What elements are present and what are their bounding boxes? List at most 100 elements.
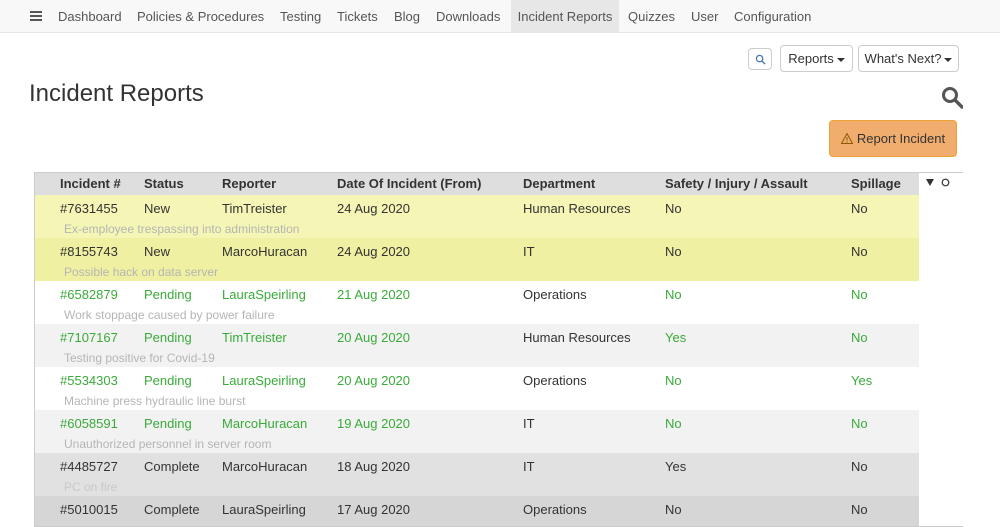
cell-status: Complete: [144, 459, 200, 474]
header-date[interactable]: Date Of Incident (From): [337, 173, 481, 195]
scrollbar-area[interactable]: [963, 33, 1000, 527]
cell-safety: No: [665, 244, 682, 259]
cell-status: Pending: [144, 330, 192, 345]
table-row[interactable]: #6582879 Pending LauraSpeirling 21 Aug 2020…: [35, 281, 919, 324]
cell-safety: No: [665, 502, 682, 517]
cell-department: Operations: [523, 502, 587, 517]
reports-dropdown[interactable]: Reports: [780, 45, 853, 72]
cell-safety: Yes: [665, 459, 687, 474]
nav-user[interactable]: User: [691, 0, 718, 33]
cell-safety: No: [665, 287, 682, 302]
table-header: Incident # Status Reporter Date Of Incid…: [35, 173, 919, 195]
cell-spillage: Yes: [851, 373, 873, 388]
search-button[interactable]: [748, 48, 772, 70]
cell-reporter: LauraSpeirling: [222, 287, 306, 302]
nav-quizzes[interactable]: Quizzes: [628, 0, 675, 33]
incident-description: PC on fire: [64, 480, 118, 494]
cell-date: 17 Aug 2020: [337, 502, 411, 517]
report-incident-button[interactable]: Report Incident: [829, 120, 957, 157]
table-row[interactable]: #7107167 Pending TimTreister 20 Aug 2020 Hum…: [35, 324, 919, 367]
cell-reporter: LauraSpeirling: [222, 373, 306, 388]
table-row[interactable]: #4485727 Complete MarcoHuracan 18 Aug 2020 I…: [35, 453, 919, 496]
table-row[interactable]: #5010015 Complete LauraSpeirling 17 Aug 202…: [35, 496, 919, 526]
cell-reporter: LauraSpeirling: [222, 502, 306, 517]
reports-label: Reports: [788, 51, 834, 66]
cell-incident-number[interactable]: #5534303: [60, 373, 118, 389]
incident-description: Work stoppage caused by power failure: [64, 308, 275, 322]
cell-reporter: MarcoHuracan: [222, 244, 308, 259]
top-navbar: Dashboard Policies & Procedures Testing …: [0, 0, 1000, 33]
incident-table: Incident # Status Reporter Date Of Incid…: [34, 172, 964, 527]
circle-icon[interactable]: [941, 178, 950, 187]
nav-downloads[interactable]: Downloads: [436, 0, 500, 33]
warning-icon: [840, 132, 854, 144]
cell-spillage: No: [851, 416, 868, 431]
cell-status: New: [144, 201, 171, 216]
column-tools: [919, 173, 963, 195]
search-icon: [755, 54, 766, 65]
whats-next-dropdown[interactable]: What's Next?: [858, 45, 959, 72]
nav-blog[interactable]: Blog: [394, 0, 420, 33]
incident-description: Testing positive for Covid-19: [64, 351, 215, 365]
cell-safety: No: [665, 201, 682, 216]
cell-date: 19 Aug 2020: [337, 416, 411, 431]
hamburger-icon[interactable]: [30, 11, 42, 21]
nav-dashboard[interactable]: Dashboard: [58, 0, 122, 33]
cell-incident-number[interactable]: #6058591: [60, 416, 118, 432]
cell-spillage: No: [851, 459, 868, 474]
cell-department: Human Resources: [523, 330, 631, 345]
incident-description: Unauthorized personnel in server room: [64, 437, 272, 451]
sort-down-icon[interactable]: [926, 179, 934, 186]
cell-incident-number[interactable]: #4485727: [60, 459, 118, 475]
cell-reporter: TimTreister: [222, 201, 287, 216]
cell-safety: No: [665, 373, 682, 388]
table-row[interactable]: #8155743 New MarcoHuracan 24 Aug 2020 IT No No…: [35, 238, 919, 281]
cell-department: IT: [523, 459, 535, 474]
chevron-down-icon: [944, 57, 953, 62]
header-status[interactable]: Status: [144, 173, 184, 195]
page-title: Incident Reports: [29, 80, 204, 107]
cell-date: 20 Aug 2020: [337, 330, 411, 345]
cell-incident-number[interactable]: #5010015: [60, 502, 118, 518]
cell-status: Complete: [144, 502, 200, 517]
whats-next-label: What's Next?: [864, 51, 942, 66]
cell-spillage: No: [851, 330, 868, 345]
cell-spillage: No: [851, 201, 868, 216]
header-department[interactable]: Department: [523, 173, 595, 195]
cell-spillage: No: [851, 502, 868, 517]
header-safety[interactable]: Safety / Injury / Assault: [665, 173, 808, 195]
table-row[interactable]: #7631455 New TimTreister 24 Aug 2020 Human R…: [35, 195, 919, 238]
search-icon[interactable]: [940, 85, 964, 109]
header-incident-number[interactable]: Incident #: [60, 173, 121, 195]
cell-date: 24 Aug 2020: [337, 201, 411, 216]
nav-incident-reports[interactable]: Incident Reports: [511, 0, 619, 33]
nav-configuration[interactable]: Configuration: [734, 0, 811, 33]
cell-status: Pending: [144, 416, 192, 431]
cell-incident-number[interactable]: #7107167: [60, 330, 118, 346]
cell-spillage: No: [851, 287, 868, 302]
cell-department: Operations: [523, 287, 587, 302]
table-row[interactable]: #5534303 Pending LauraSpeirling 20 Aug 2020…: [35, 367, 919, 410]
incident-description: Possible hack on data server: [64, 265, 219, 279]
nav-policies-procedures[interactable]: Policies & Procedures: [137, 0, 264, 33]
cell-incident-number[interactable]: #8155743: [60, 244, 118, 260]
cell-status: Pending: [144, 373, 192, 388]
nav-tickets[interactable]: Tickets: [337, 0, 378, 33]
cell-incident-number[interactable]: #6582879: [60, 287, 118, 303]
cell-date: 18 Aug 2020: [337, 459, 411, 474]
cell-department: Operations: [523, 373, 587, 388]
cell-status: New: [144, 244, 171, 259]
cell-department: Human Resources: [523, 201, 631, 216]
header-spillage[interactable]: Spillage: [851, 173, 901, 195]
incident-description: Ex-employee trespassing into administrat…: [64, 222, 300, 236]
report-incident-label: Report Incident: [856, 131, 946, 146]
header-reporter[interactable]: Reporter: [222, 173, 276, 195]
cell-reporter: TimTreister: [222, 330, 287, 345]
cell-incident-number[interactable]: #7631455: [60, 201, 118, 217]
table-row[interactable]: #6058591 Pending MarcoHuracan 19 Aug 2020 IT…: [35, 410, 919, 453]
cell-date: 21 Aug 2020: [337, 287, 411, 302]
cell-department: IT: [523, 416, 535, 431]
cell-safety: Yes: [665, 330, 687, 345]
nav-testing[interactable]: Testing: [280, 0, 321, 33]
cell-date: 24 Aug 2020: [337, 244, 411, 259]
